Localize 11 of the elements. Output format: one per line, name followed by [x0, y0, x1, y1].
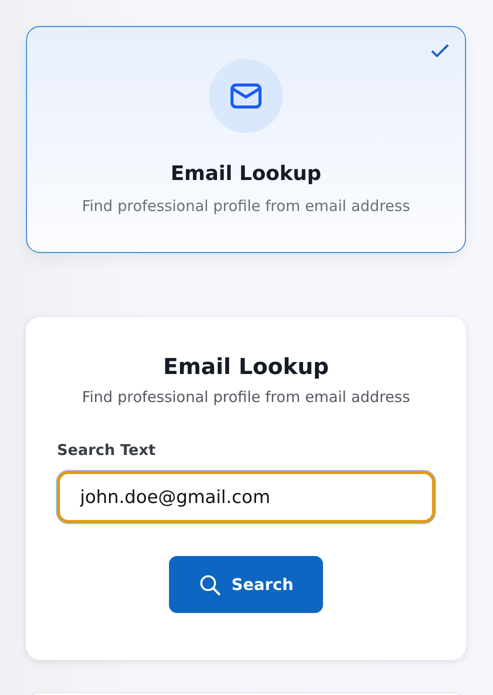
- search-button[interactable]: Search: [169, 556, 323, 613]
- option-card[interactable]: Email Lookup Find professional profile from email address: [26, 26, 466, 253]
- search-icon: [198, 574, 221, 596]
- card-description: Find professional profile from email address: [82, 197, 410, 215]
- form-title: Email Lookup: [163, 355, 329, 380]
- check-icon: [431, 44, 449, 58]
- field-label: Search Text: [57, 441, 156, 459]
- search-field[interactable]: john.doe@gmail.com: [57, 471, 435, 523]
- card-title: Email Lookup: [170, 161, 322, 185]
- form-description: Find professional profile from email address: [82, 388, 410, 406]
- envelope-icon: [230, 83, 262, 109]
